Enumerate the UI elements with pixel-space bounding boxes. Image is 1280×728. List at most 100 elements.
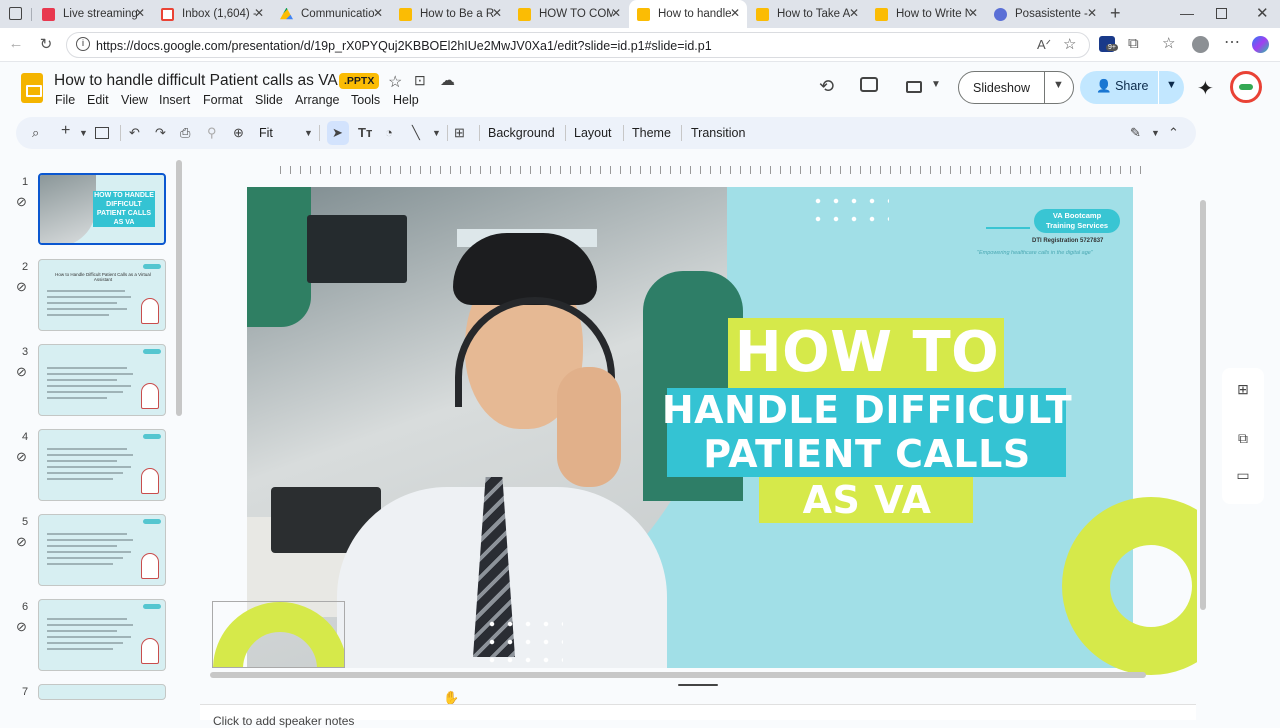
menu-slide[interactable]: Slide — [255, 93, 283, 107]
headline-line-2[interactable]: HANDLE DIFFICULT — [647, 388, 1087, 432]
close-window-icon[interactable]: ✕ — [1256, 4, 1269, 22]
new-slide-dropdown-icon[interactable]: ▼ — [79, 128, 88, 138]
theme-button[interactable]: Theme — [632, 126, 671, 140]
mode-dropdown-icon[interactable]: ▼ — [1151, 128, 1160, 138]
browser-tab[interactable]: How to Take A ✕ — [748, 0, 866, 28]
canvas-horizontal-scrollbar[interactable] — [210, 672, 1146, 678]
browser-tab[interactable]: Communication ✕ — [272, 0, 390, 28]
headline-line-3[interactable]: PATIENT CALLS — [647, 432, 1087, 476]
selected-decorative-ring[interactable] — [212, 601, 345, 668]
extensions-puzzle-icon[interactable]: ⧉ — [1128, 35, 1139, 52]
close-tab-icon[interactable]: ✕ — [1087, 6, 1097, 20]
chevron-down-icon[interactable]: ▼ — [931, 79, 941, 90]
share-dropdown-icon[interactable]: ▼ — [1166, 79, 1177, 91]
text-box-icon[interactable]: Tт — [358, 125, 372, 140]
slide-thumbnail-4[interactable] — [38, 429, 166, 501]
close-tab-icon[interactable]: ✕ — [254, 6, 264, 20]
favorites-icon[interactable]: ☆ — [1162, 34, 1175, 52]
filmstrip-scrollbar[interactable] — [176, 160, 182, 416]
read-aloud-icon[interactable]: Aᐟ — [1037, 37, 1051, 53]
slide-thumbnail-5[interactable] — [38, 514, 166, 586]
browser-tab[interactable]: Posasistente - ✕ — [986, 0, 1104, 28]
menu-tools[interactable]: Tools — [351, 93, 380, 107]
menu-insert[interactable]: Insert — [159, 93, 190, 107]
browser-tab[interactable]: How to Write N ✕ — [867, 0, 985, 28]
import-slides-icon[interactable]: ⧉ — [1226, 423, 1260, 453]
bookmark-star-icon[interactable]: ☆ — [1063, 35, 1076, 53]
new-slide-layout-icon[interactable] — [95, 127, 109, 139]
canvas-vertical-scrollbar[interactable] — [1200, 200, 1206, 610]
site-info-icon[interactable]: i — [76, 37, 90, 51]
profile-avatar[interactable] — [1192, 36, 1209, 53]
browser-tab[interactable]: HOW TO COM ✕ — [510, 0, 628, 28]
copilot-icon[interactable] — [1252, 36, 1269, 53]
comments-icon[interactable] — [860, 77, 878, 92]
new-slide-icon[interactable]: + — [61, 122, 70, 140]
collapse-toolbar-icon[interactable]: ⌃ — [1168, 125, 1179, 141]
close-tab-icon[interactable]: ✕ — [492, 6, 502, 20]
close-tab-icon[interactable]: ✕ — [849, 6, 859, 20]
browser-tab[interactable]: How to Be a Re ✕ — [391, 0, 509, 28]
reload-icon[interactable]: ↻ — [36, 35, 56, 53]
move-folder-icon[interactable]: ⊡ — [414, 72, 426, 89]
current-slide[interactable]: VA Bootcamp Training Services DTI Regist… — [247, 187, 1133, 668]
menu-view[interactable]: View — [121, 93, 148, 107]
browser-tab[interactable]: Inbox (1,604) - ✕ — [153, 0, 271, 28]
close-tab-icon[interactable]: ✕ — [135, 6, 145, 20]
maximize-icon[interactable] — [1216, 8, 1227, 19]
menu-format[interactable]: Format — [203, 93, 243, 107]
line-icon[interactable]: ╲ — [412, 125, 420, 141]
notes-resize-handle[interactable] — [678, 684, 718, 686]
headline-line-4[interactable]: AS VA — [647, 477, 1087, 523]
add-slide-icon[interactable]: ⊞ — [1226, 374, 1260, 404]
address-bar[interactable]: i https://docs.google.com/presentation/d… — [66, 32, 1090, 58]
slide-thumbnail-6[interactable] — [38, 599, 166, 671]
pen-mode-icon[interactable]: ✎ — [1130, 125, 1141, 141]
slide-thumbnail-1[interactable]: HOW TO HANDLE DIFFICULT PATIENT CALLS AS… — [38, 173, 166, 245]
close-tab-icon[interactable]: ✕ — [611, 6, 621, 20]
slide-thumbnail-2[interactable]: How to Handle Difficult Patient Calls as… — [38, 259, 166, 331]
gemini-spark-icon[interactable]: ✦ — [1197, 76, 1214, 101]
menu-file[interactable]: File — [55, 93, 75, 107]
zoom-dropdown-icon[interactable]: ▼ — [304, 128, 313, 138]
menu-arrange[interactable]: Arrange — [295, 93, 339, 107]
add-comment-icon[interactable]: ⊞ — [454, 125, 465, 141]
back-icon[interactable]: ← — [6, 35, 26, 52]
menu-edit[interactable]: Edit — [87, 93, 109, 107]
search-menus-icon[interactable]: ⌕ — [32, 125, 39, 141]
minimize-icon[interactable]: — — [1180, 5, 1194, 21]
print-icon[interactable]: ⎙ — [180, 125, 190, 141]
slides-logo-icon[interactable] — [21, 73, 43, 103]
shape-icon[interactable]: ◔ — [385, 125, 393, 140]
zoom-icon[interactable]: ⊕ — [233, 125, 244, 141]
account-avatar[interactable] — [1230, 71, 1262, 103]
version-history-icon[interactable]: ⟲ — [819, 76, 834, 97]
meet-camera-icon[interactable] — [906, 81, 922, 93]
select-cursor-icon[interactable]: ➤ — [332, 125, 343, 141]
speaker-notes[interactable]: Click to add speaker notes — [200, 704, 1196, 728]
more-menu-icon[interactable]: ⋯ — [1224, 32, 1240, 52]
close-tab-icon[interactable]: ✕ — [968, 6, 978, 20]
zoom-select[interactable]: Fit — [259, 126, 273, 140]
close-tab-icon[interactable]: ✕ — [730, 6, 740, 20]
undo-icon[interactable]: ↶ — [129, 125, 140, 141]
menu-help[interactable]: Help — [393, 93, 419, 107]
layout-button[interactable]: Layout — [574, 126, 612, 140]
slideshow-button[interactable]: Slideshow ▼ — [958, 71, 1074, 104]
browser-tab-active[interactable]: How to handle ✕ — [629, 0, 747, 28]
transition-button[interactable]: Transition — [691, 126, 745, 140]
close-tab-icon[interactable]: ✕ — [373, 6, 383, 20]
document-title[interactable]: How to handle difficult Patient calls as… — [54, 72, 338, 90]
background-button[interactable]: Background — [488, 126, 555, 140]
star-icon[interactable]: ☆ — [388, 72, 402, 92]
slide-thumbnail-7[interactable] — [38, 684, 166, 700]
extension-icon[interactable]: 9+ — [1099, 36, 1118, 52]
speaker-notes-placeholder[interactable]: Click to add speaker notes — [213, 714, 354, 728]
browser-tab[interactable]: Live streaming ✕ — [34, 0, 152, 28]
folder-icon[interactable]: ▭ — [1226, 460, 1260, 490]
redo-icon[interactable]: ↷ — [155, 125, 166, 141]
cloud-status-icon[interactable]: ☁ — [440, 71, 455, 89]
new-tab-icon[interactable]: + — [1110, 3, 1121, 24]
slide-thumbnail-3[interactable] — [38, 344, 166, 416]
tab-actions-icon[interactable] — [9, 7, 22, 20]
